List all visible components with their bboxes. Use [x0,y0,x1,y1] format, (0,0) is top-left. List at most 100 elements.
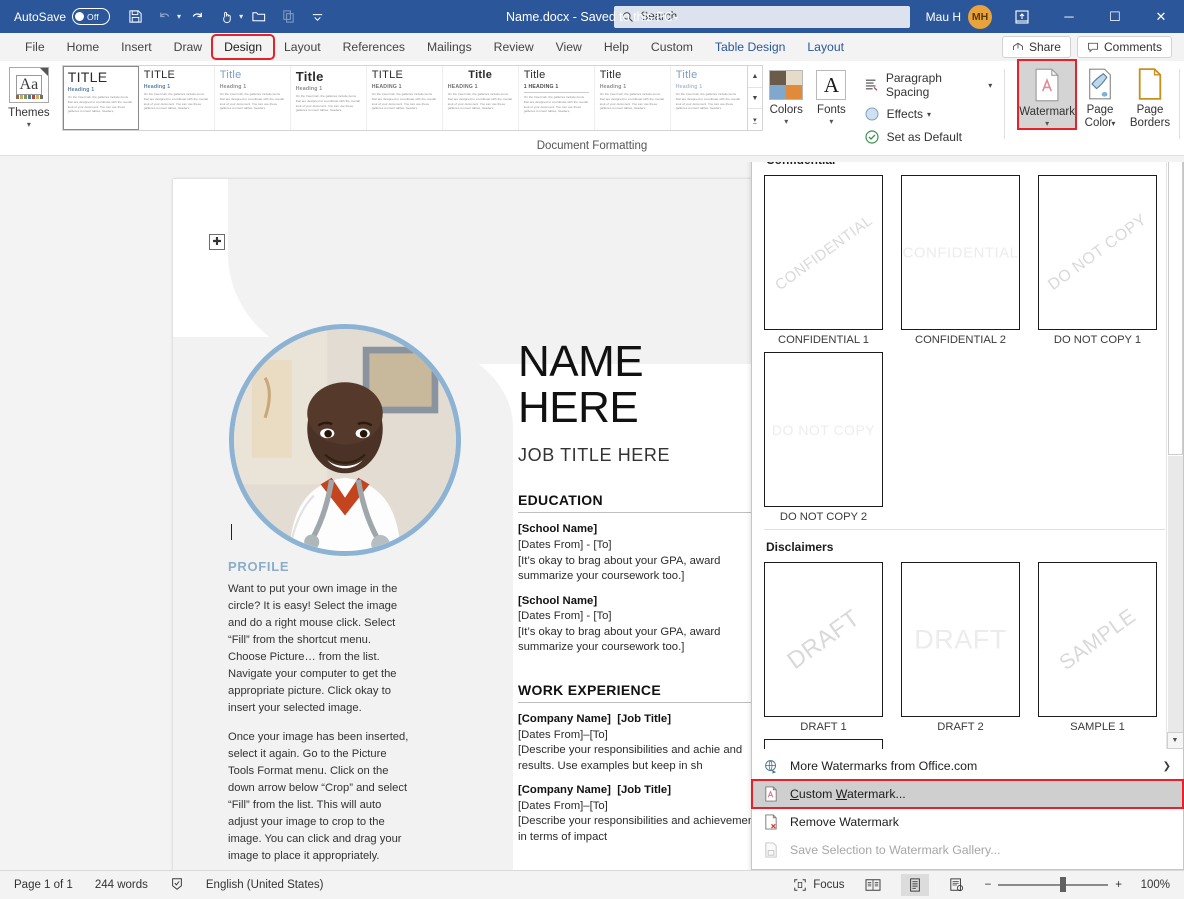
document-title[interactable]: Name.docx - Saved to this PC [506,10,673,24]
gallery-scroll-up-icon[interactable]: ▲ [748,66,762,88]
web-layout-icon[interactable] [943,874,971,896]
word-count[interactable]: 244 words [95,879,148,891]
style-set-item[interactable]: Title Heading 1 On the Insert tab, the g… [671,66,747,130]
language-label[interactable]: English (United States) [206,879,324,891]
tab-help[interactable]: Help [593,36,640,58]
account-control[interactable]: Mau H MH [926,5,992,29]
close-button[interactable]: ✕ [1138,0,1184,33]
style-set-item[interactable]: TITLE Heading 1 On the Insert tab, the g… [63,66,139,130]
scrollbar-thumb[interactable] [1168,162,1183,455]
themes-button[interactable]: Aa Themes ▾ [0,61,58,149]
copy-icon[interactable] [275,4,301,29]
watermark-option-confidential-1[interactable]: CONFIDENTIAL CONFIDENTIAL 1 [764,175,883,346]
document-title-dropdown-icon[interactable]: ▾ [674,14,678,23]
watermark-chevron-down-icon[interactable]: ▾ [1045,119,1049,128]
minimize-button[interactable]: ─ [1046,0,1092,33]
paragraph-spacing-button[interactable]: Paragraph Spacing ▾ [864,71,993,99]
tab-layout[interactable]: Layout [273,36,332,58]
document-page[interactable]: ✚ [173,179,785,870]
undo-icon[interactable] [151,4,177,29]
scrollbar-track-lower[interactable] [1168,456,1183,732]
tab-review[interactable]: Review [483,36,545,58]
effects-button[interactable]: Effects ▾ [864,106,993,122]
tab-insert[interactable]: Insert [110,36,162,58]
scrollbar-track[interactable] [1167,162,1184,732]
tab-home[interactable]: Home [56,36,111,58]
remove-watermark-item[interactable]: Remove Watermark [752,808,1183,836]
save-icon[interactable] [122,4,148,29]
customize-quick-access-icon[interactable] [304,4,330,29]
style-set-item[interactable]: TITLE HEADING 1 On the Insert tab, the g… [367,66,443,130]
page-info[interactable]: Page 1 of 1 [14,879,73,891]
open-icon[interactable] [246,4,272,29]
watermark-preview-text: DRAFT [782,604,865,675]
themes-chevron-down-icon[interactable]: ▾ [27,120,31,129]
more-watermarks-from-office-item[interactable]: More Watermarks from Office.com ❯ [752,752,1183,780]
zoom-track[interactable] [998,884,1108,886]
theme-colors-button[interactable]: Colors ▾ [763,61,809,126]
style-set-item[interactable]: TITLE Heading 1 On the Insert tab, the g… [139,66,215,130]
proofing-icon[interactable] [170,877,184,894]
profile-photo[interactable] [229,324,461,556]
style-gallery-scrollbar[interactable]: ▲ ▼ ▾̲ [748,65,763,131]
tab-table-layout[interactable]: Layout [796,36,855,58]
page-color-button[interactable]: Page Color ▾ [1075,61,1125,130]
page-borders-button[interactable]: Page Borders [1125,61,1175,130]
undo-dropdown-icon[interactable]: ▾ [177,12,181,21]
watermark-option-do-not-copy-1[interactable]: DO NOT COPY DO NOT COPY 1 [1038,175,1157,346]
avatar[interactable]: MH [968,5,992,29]
watermark-option-draft-2[interactable]: DRAFT DRAFT 2 [901,562,1020,733]
custom-watermark-item[interactable]: Custom Watermark... [752,780,1183,808]
tab-file[interactable]: File [14,36,56,58]
watermark-gallery-scrollbar[interactable]: ▲ ▼ [1166,162,1183,749]
tab-references[interactable]: References [332,36,416,58]
style-set-item[interactable]: Title 1 HEADING 1 On the Insert tab, the… [519,66,595,130]
watermark-gallery-menu: Confidential CONFIDENTIAL CONFIDENTIAL 1… [751,162,1184,870]
paragraph-spacing-chevron-icon[interactable]: ▾ [988,81,992,90]
tab-draw[interactable]: Draw [163,36,213,58]
zoom-in-button[interactable]: + [1115,879,1122,891]
watermark-option-confidential-2[interactable]: CONFIDENTIAL CONFIDENTIAL 2 [901,175,1020,346]
watermark-option-do-not-copy-2[interactable]: DO NOT COPY DO NOT COPY 2 [764,352,883,523]
autosave-toggle[interactable]: Off [72,8,110,25]
style-set-item[interactable]: Title Heading 1 On the Insert tab, the g… [215,66,291,130]
zoom-level[interactable]: 100% [1136,879,1170,891]
autosave-control[interactable]: AutoSave Off [14,8,110,25]
maximize-button[interactable]: ☐ [1092,0,1138,33]
education-school: [School Name] [518,523,597,535]
style-set-item[interactable]: Title Heading 1 On the Insert tab, the g… [291,66,367,130]
focus-button[interactable]: Focus [793,878,844,892]
style-set-item[interactable]: Title Heading 1 On the Insert tab, the g… [595,66,671,130]
page-color-chevron-icon[interactable]: ▾ [1109,119,1115,128]
watermark-option-partial[interactable] [764,739,883,749]
comments-button[interactable]: Comments [1077,36,1172,58]
tab-design[interactable]: Design [213,36,273,58]
touch-mode-dropdown-icon[interactable]: ▾ [239,12,243,21]
print-layout-icon[interactable] [901,874,929,896]
watermark-option-sample-1[interactable]: SAMPLE SAMPLE 1 [1038,562,1157,733]
effects-chevron-icon[interactable]: ▾ [927,110,931,119]
share-button[interactable]: Share [1002,36,1071,58]
object-move-handle[interactable]: ✚ [209,234,225,250]
redo-icon[interactable] [184,4,210,29]
tab-table-design[interactable]: Table Design [704,36,796,58]
zoom-out-button[interactable]: − [985,879,992,891]
watermark-option-draft-1[interactable]: DRAFT DRAFT 1 [764,562,883,733]
colors-chevron-down-icon[interactable]: ▾ [784,117,788,126]
resume-name-line2: HERE [518,385,768,431]
zoom-thumb[interactable] [1060,877,1066,892]
watermark-button[interactable]: Watermark ▾ [1019,61,1075,128]
zoom-slider[interactable]: − + [985,879,1122,891]
gallery-scroll-down-icon[interactable]: ▼ [748,88,762,110]
gallery-more-icon[interactable]: ▾̲ [748,109,762,130]
tab-mailings[interactable]: Mailings [416,36,483,58]
tab-custom[interactable]: Custom [640,36,704,58]
scroll-down-icon[interactable]: ▼ [1167,732,1184,749]
touch-mode-icon[interactable] [213,4,239,29]
tab-view[interactable]: View [545,36,593,58]
style-set-item[interactable]: Title HEADING 1 On the Insert tab, the g… [443,66,519,130]
ribbon-display-options-icon[interactable] [1004,9,1040,25]
fonts-chevron-down-icon[interactable]: ▾ [829,117,833,126]
read-mode-icon[interactable] [859,874,887,896]
theme-fonts-button[interactable]: A Fonts ▾ [809,61,853,126]
